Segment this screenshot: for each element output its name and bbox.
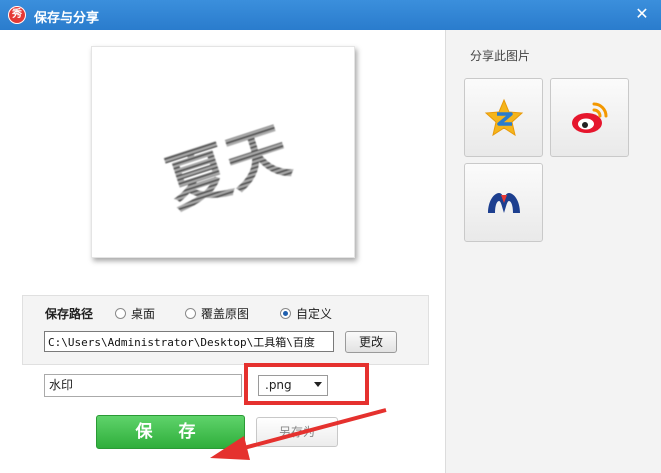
- save-path-label: 保存路径: [45, 307, 94, 321]
- preview-text: 夏天: [158, 114, 299, 222]
- radio-overwrite-circle[interactable]: [185, 308, 196, 319]
- image-preview: 夏天: [91, 46, 355, 258]
- save-button[interactable]: 保 存: [96, 415, 245, 449]
- title-bar: 秀 保存与分享 ✕: [0, 0, 661, 30]
- radio-desktop-circle[interactable]: [115, 308, 126, 319]
- radio-custom-circle[interactable]: [280, 308, 291, 319]
- radio-custom[interactable]: 自定义: [280, 305, 332, 322]
- save-path-options: 保存路径 桌面 覆盖原图 自定义 C:\Users\Administrator\…: [22, 295, 429, 365]
- preview-image: 夏天: [158, 114, 299, 222]
- qzone-icon: [484, 98, 524, 137]
- close-button[interactable]: ✕: [633, 4, 651, 24]
- share-qzone-button[interactable]: [464, 78, 543, 157]
- renren-icon: [488, 193, 520, 213]
- radio-overwrite-label: 覆盖原图: [201, 307, 250, 321]
- change-path-button[interactable]: 更改: [345, 331, 397, 353]
- save-path-input[interactable]: C:\Users\Administrator\Desktop\工具箱\百度: [44, 331, 334, 352]
- save-as-button[interactable]: 另存为: [256, 417, 338, 447]
- radio-custom-label: 自定义: [296, 307, 333, 321]
- radio-desktop-label: 桌面: [131, 307, 156, 321]
- weibo-icon: [572, 102, 608, 133]
- radio-desktop[interactable]: 桌面: [115, 305, 155, 322]
- share-panel: 分享此图片: [445, 30, 661, 473]
- watermark-input[interactable]: 水印: [44, 374, 242, 397]
- share-renren-button[interactable]: [464, 163, 543, 242]
- share-title: 分享此图片: [470, 49, 531, 63]
- radio-overwrite[interactable]: 覆盖原图: [185, 305, 249, 322]
- app-logo-icon: 秀: [8, 6, 26, 24]
- share-weibo-button[interactable]: [550, 78, 629, 157]
- window-title: 保存与分享: [34, 11, 100, 26]
- dialog-body: 夏天 保存路径 桌面 覆盖原图 自定义 C:\Users\Administrat…: [0, 30, 661, 473]
- annotation-highlight-box: [244, 363, 369, 405]
- save-panel: 夏天 保存路径 桌面 覆盖原图 自定义 C:\Users\Administrat…: [0, 30, 445, 473]
